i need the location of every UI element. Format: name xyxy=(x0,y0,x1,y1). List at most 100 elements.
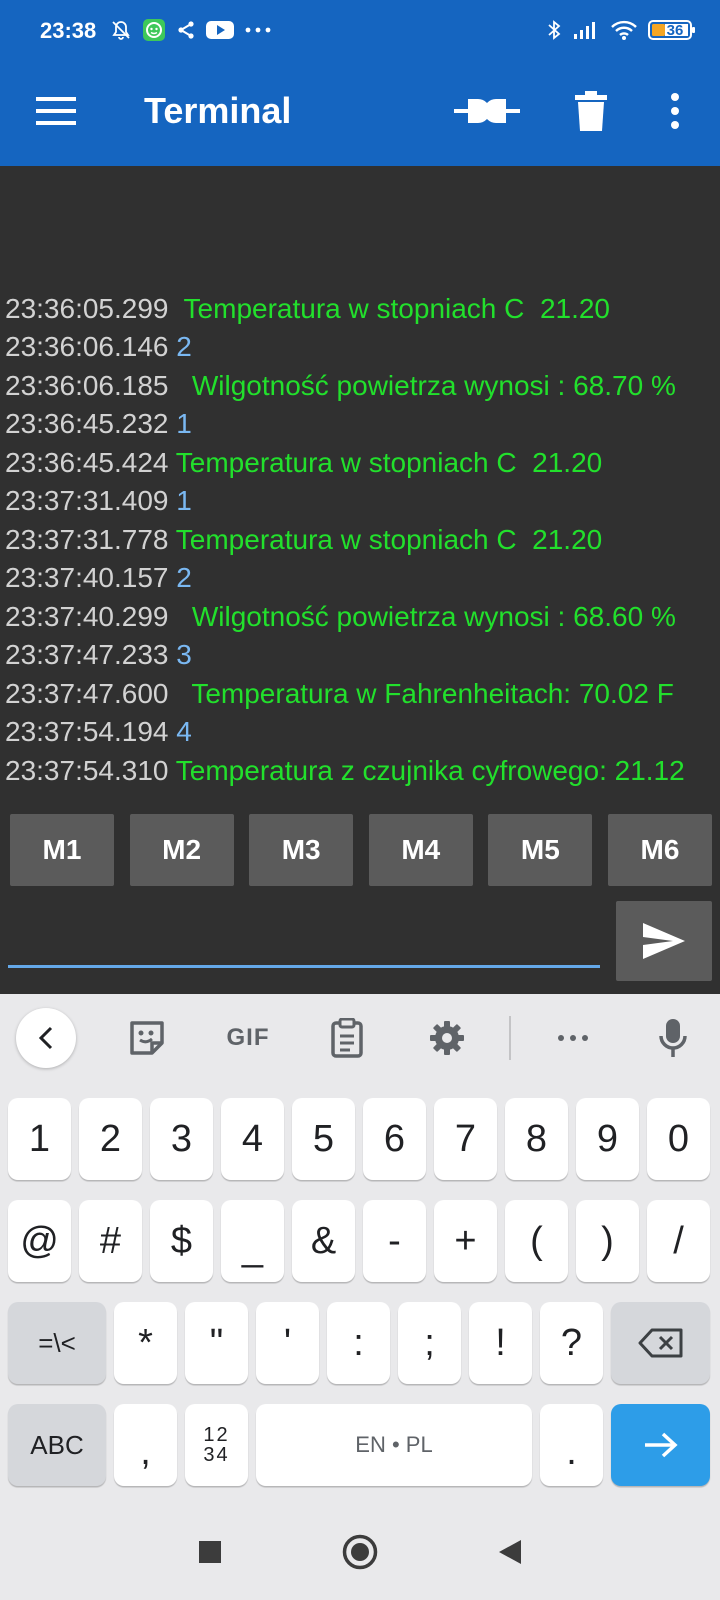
terminal-line: 23:36:45.232 1 xyxy=(5,405,710,444)
macro-button-m4[interactable]: M4 xyxy=(368,814,473,886)
terminal-line: 23:36:45.424 Temperatura w stopniach C 2… xyxy=(5,444,710,483)
terminal-lines: 23:36:05.299 Temperatura w stopniach C 2… xyxy=(5,290,710,791)
gif-button[interactable]: GIF xyxy=(218,1008,278,1068)
space-key[interactable]: EN • PL xyxy=(256,1404,532,1486)
enter-key[interactable] xyxy=(611,1404,710,1486)
backspace-key[interactable] xyxy=(611,1302,710,1384)
status-icons-left xyxy=(110,18,272,42)
terminal-line: 23:36:06.185 Wilgotność powietrza wynosi… xyxy=(5,367,710,406)
key-asterisk[interactable]: * xyxy=(114,1302,177,1384)
terminal-line: 23:37:47.600 Temperatura w Fahrenheitach… xyxy=(5,675,710,714)
terminal-sent-text: 4 xyxy=(176,716,192,747)
key-semicolon[interactable]: ; xyxy=(398,1302,461,1384)
overflow-button[interactable] xyxy=(650,86,700,136)
key-exclamation[interactable]: ! xyxy=(469,1302,532,1384)
terminal-sent-text: 1 xyxy=(176,485,192,516)
key-ampersand[interactable]: & xyxy=(292,1200,355,1282)
key-underscore[interactable]: _ xyxy=(221,1200,284,1282)
more-notifications-icon xyxy=(244,18,272,42)
status-time: 23:38 xyxy=(40,18,97,43)
key-period[interactable]: . xyxy=(540,1404,603,1486)
share-icon xyxy=(176,18,196,42)
key-2[interactable]: 2 xyxy=(79,1098,142,1180)
keyboard-settings-button[interactable] xyxy=(422,1008,472,1068)
abc-key[interactable]: ABC xyxy=(8,1404,106,1486)
recents-button[interactable] xyxy=(190,1532,230,1572)
home-button[interactable] xyxy=(340,1532,380,1572)
sticker-icon xyxy=(130,1021,164,1055)
keyboard-more-button[interactable] xyxy=(548,1008,598,1068)
connect-button[interactable] xyxy=(452,86,522,136)
key-6[interactable]: 6 xyxy=(363,1098,426,1180)
key-0[interactable]: 0 xyxy=(647,1098,710,1180)
app-title: Terminal xyxy=(144,90,292,131)
terminal-line: 23:37:31.778 Temperatura w stopniach C 2… xyxy=(5,521,710,560)
wifi-icon xyxy=(610,18,638,42)
macro-button-m3[interactable]: M3 xyxy=(249,814,354,886)
settings-icon xyxy=(430,1021,464,1055)
macro-button-row: M1 M2 M3 M4 M5 M6 xyxy=(10,814,712,886)
key-open-paren[interactable]: ( xyxy=(505,1200,568,1282)
key-at[interactable]: @ xyxy=(8,1200,71,1282)
terminal-timestamp: 23:37:31.778 xyxy=(5,523,169,555)
more-symbols-key[interactable]: =\< xyxy=(8,1302,106,1384)
app-notification-icon xyxy=(142,18,166,42)
key-question[interactable]: ? xyxy=(540,1302,603,1384)
key-dollar[interactable]: $ xyxy=(150,1200,213,1282)
terminal-timestamp: 23:36:45.424 xyxy=(5,446,169,478)
key-apostrophe[interactable]: ' xyxy=(256,1302,319,1384)
arrow-right-icon xyxy=(644,1432,678,1458)
terminal-line: 23:37:54.310 Temperatura z czujnika cyfr… xyxy=(5,752,710,791)
soft-keyboard: GIF 1 2 3 4 5 6 7 8 9 0 @ # $ _ & - + (… xyxy=(0,994,720,1504)
youtube-icon xyxy=(206,18,234,42)
numpad-key-bottom: 34 xyxy=(203,1444,230,1466)
more-icon xyxy=(558,1035,588,1041)
voice-input-button[interactable] xyxy=(648,1008,698,1068)
key-3[interactable]: 3 xyxy=(150,1098,213,1180)
terminal-timestamp: 23:36:45.232 xyxy=(5,408,169,439)
terminal-timestamp: 23:37:40.157 xyxy=(5,562,169,593)
key-double-quote[interactable]: " xyxy=(185,1302,248,1384)
keyboard-toolbar: GIF xyxy=(0,994,720,1082)
key-hash[interactable]: # xyxy=(79,1200,142,1282)
menu-button[interactable] xyxy=(26,89,86,133)
key-4[interactable]: 4 xyxy=(221,1098,284,1180)
clipboard-button[interactable] xyxy=(322,1008,372,1068)
key-colon[interactable]: : xyxy=(327,1302,390,1384)
macro-button-m6[interactable]: M6 xyxy=(607,814,712,886)
terminal-received-text: Wilgotność powietrza wynosi : 68.60 % xyxy=(176,600,676,632)
key-plus[interactable]: + xyxy=(434,1200,497,1282)
bluetooth-icon xyxy=(546,18,562,42)
key-7[interactable]: 7 xyxy=(434,1098,497,1180)
macro-button-m1[interactable]: M1 xyxy=(10,814,114,886)
send-button[interactable] xyxy=(616,901,712,981)
keyboard-back-button[interactable] xyxy=(16,1008,76,1068)
key-5[interactable]: 5 xyxy=(292,1098,355,1180)
key-8[interactable]: 8 xyxy=(505,1098,568,1180)
key-close-paren[interactable]: ) xyxy=(576,1200,639,1282)
key-minus[interactable]: - xyxy=(363,1200,426,1282)
send-text-input[interactable] xyxy=(8,906,600,968)
key-comma[interactable]: , xyxy=(114,1404,177,1486)
menu-icon xyxy=(36,97,76,125)
home-circle-icon xyxy=(342,1534,378,1570)
terminal-line: 23:36:05.299 Temperatura w stopniach C 2… xyxy=(5,290,710,329)
key-1[interactable]: 1 xyxy=(8,1098,71,1180)
delete-button[interactable] xyxy=(566,86,616,136)
gif-icon: GIF xyxy=(226,1024,270,1051)
navigation-bar xyxy=(0,1504,720,1600)
keyboard-row-punctuation: =\< * " ' : ; ! ? xyxy=(0,1302,720,1384)
key-slash[interactable]: / xyxy=(647,1200,710,1282)
mute-icon xyxy=(110,18,132,42)
macro-button-m5[interactable]: M5 xyxy=(488,814,593,886)
terminal-output[interactable]: 23:36:05.299 Temperatura w stopniach C 2… xyxy=(0,166,720,800)
terminal-sent-text: 2 xyxy=(176,562,192,593)
recents-square-icon xyxy=(199,1541,221,1563)
macro-button-m2[interactable]: M2 xyxy=(129,814,234,886)
key-9[interactable]: 9 xyxy=(576,1098,639,1180)
battery-level: 36 xyxy=(666,22,684,39)
back-button[interactable] xyxy=(490,1532,530,1572)
terminal-line: 23:36:06.146 2 xyxy=(5,328,710,367)
sticker-button[interactable] xyxy=(122,1008,172,1068)
numpad-key[interactable]: 12 34 xyxy=(185,1404,248,1486)
